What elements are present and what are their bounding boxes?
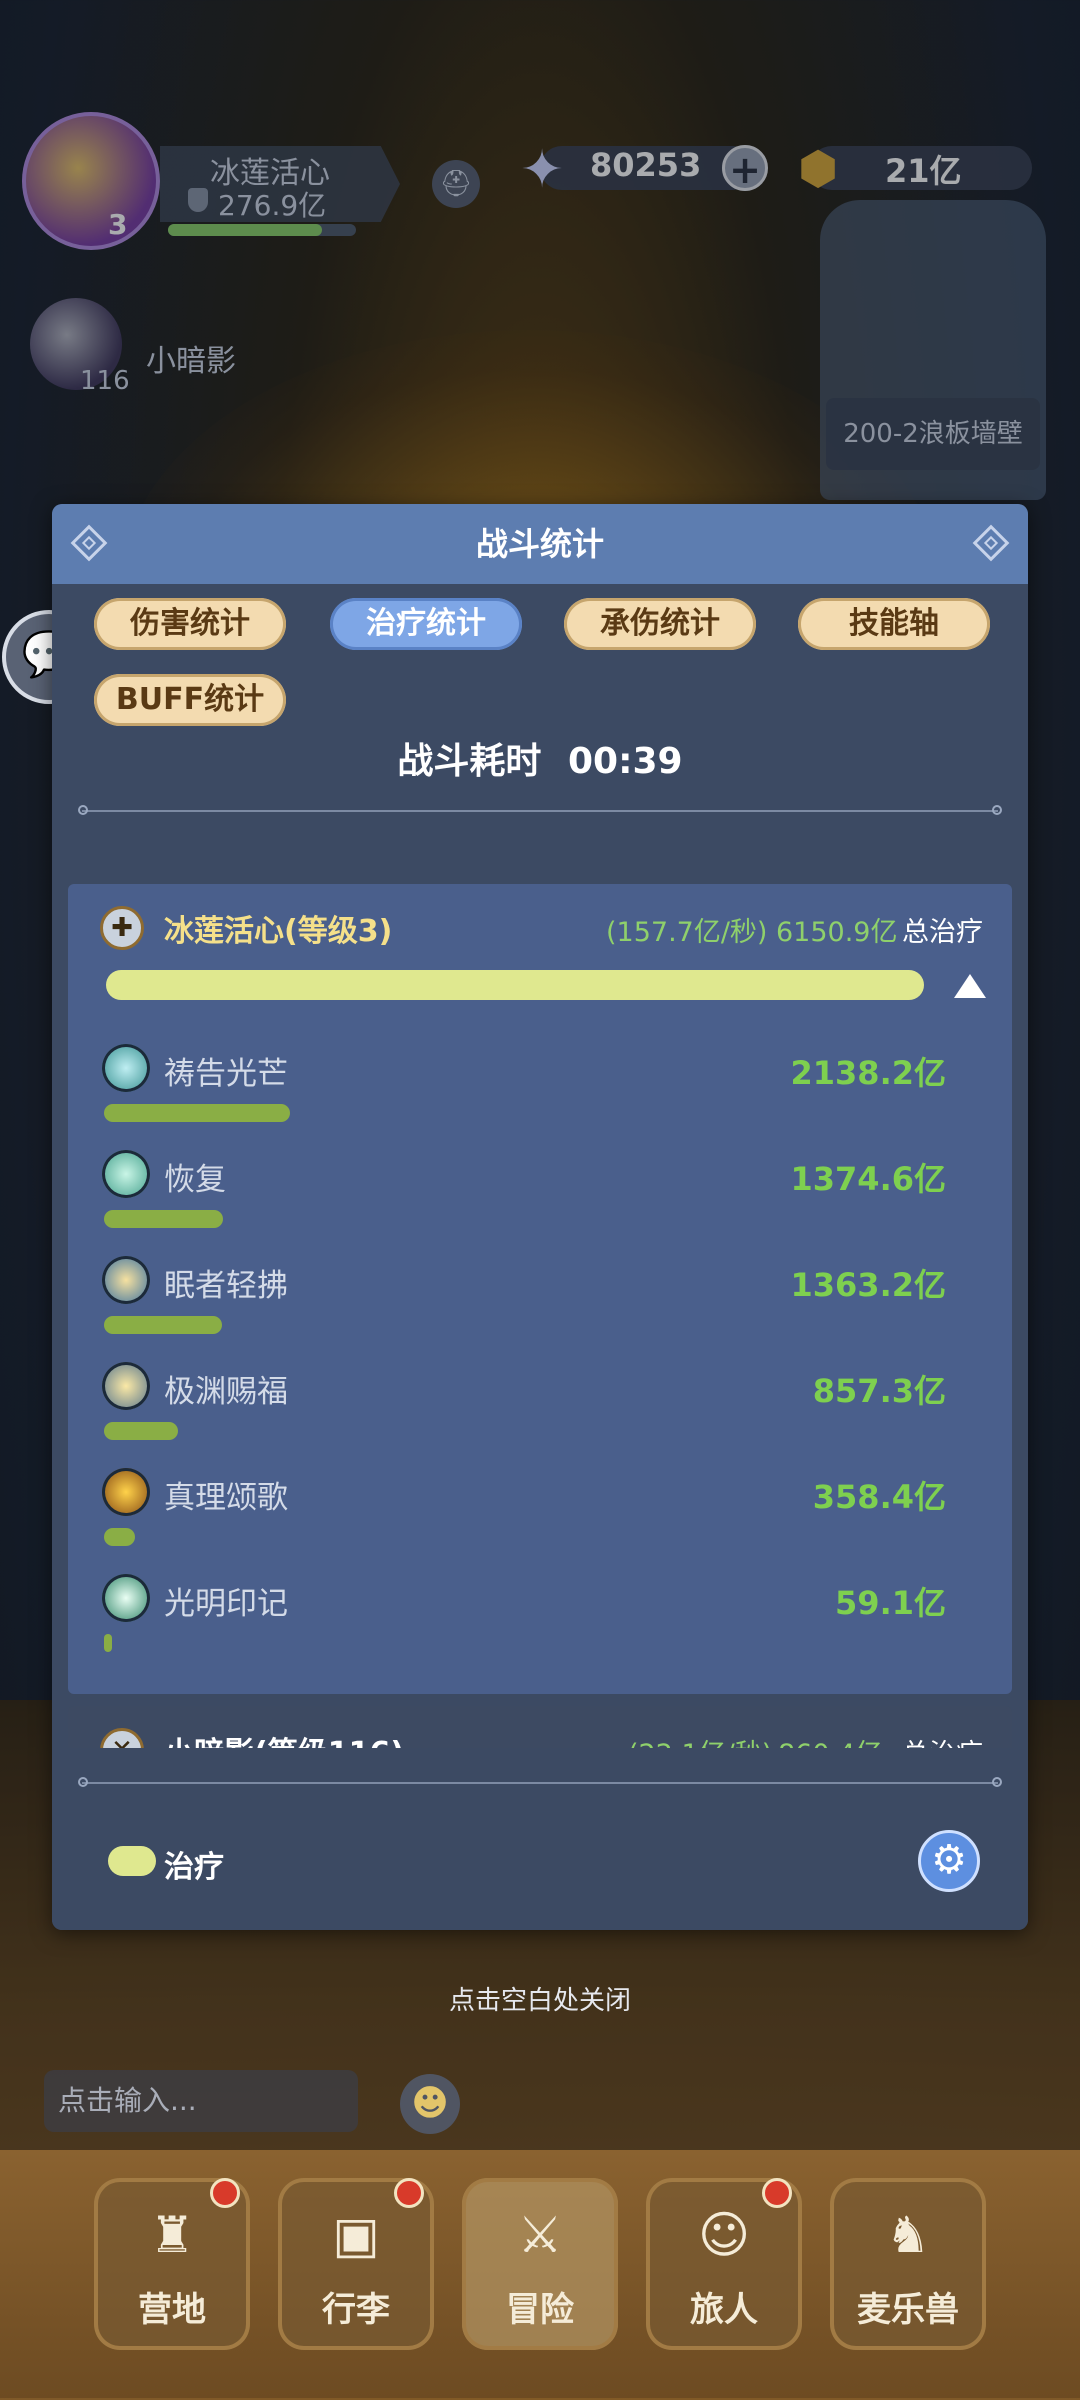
skill-name: 极渊赐福 bbox=[164, 1374, 288, 1410]
recover-skill-icon bbox=[102, 1150, 150, 1198]
nav-label: 冒险 bbox=[506, 2290, 574, 2330]
emoji-icon[interactable]: ☻ bbox=[400, 2074, 460, 2134]
skill-bar bbox=[104, 1210, 223, 1228]
skill-name: 恢复 bbox=[164, 1162, 226, 1198]
modal-footer bbox=[52, 1748, 1028, 1930]
tab-buff[interactable]: BUFF统计 bbox=[94, 674, 286, 726]
character-heal-rate: (157.7亿/秒) bbox=[606, 917, 768, 948]
chat-input[interactable]: 点击输入... bbox=[44, 2070, 358, 2132]
traveler-icon: ☺ bbox=[697, 2206, 751, 2264]
battle-stats-modal: 战斗统计 伤害统计 治疗统计 承伤统计 技能轴 BUFF统计 战斗耗时 00:3… bbox=[52, 504, 1028, 1930]
skill-row: 祷告光芒 2138.2亿 bbox=[68, 1044, 1012, 1150]
skill-bar bbox=[104, 1528, 135, 1546]
close-hint[interactable]: 点击空白处关闭 bbox=[0, 1980, 1080, 2017]
skill-value: 1363.2亿 bbox=[790, 1266, 947, 1304]
skill-value: 857.3亿 bbox=[812, 1372, 946, 1410]
character-heal-total-label: 总治疗 bbox=[902, 917, 983, 948]
tab-skill-timeline[interactable]: 技能轴 bbox=[798, 598, 990, 650]
chest-icon: ▣ bbox=[332, 2206, 380, 2264]
heal-legend-label: 治疗 bbox=[164, 1850, 224, 1885]
nav-label: 行李 bbox=[322, 2290, 390, 2330]
character-card[interactable]: ✚ 冰莲活心(等级3) (157.7亿/秒) 6150.9亿 总治疗 祷告光芒 … bbox=[68, 884, 1012, 1694]
skill-name: 眠者轻拂 bbox=[164, 1268, 288, 1304]
truth-hymn-skill-icon bbox=[102, 1468, 150, 1516]
skill-bar bbox=[104, 1316, 222, 1334]
skill-value: 1374.6亿 bbox=[790, 1160, 947, 1198]
skill-bar bbox=[104, 1422, 178, 1440]
divider-bottom bbox=[78, 1777, 1002, 1787]
skill-value: 358.4亿 bbox=[812, 1478, 946, 1516]
heal-legend-swatch bbox=[108, 1846, 156, 1876]
fox-icon: ♞ bbox=[885, 2206, 931, 2264]
battle-duration: 战斗耗时 00:39 bbox=[52, 732, 1028, 784]
heal-stats-list[interactable]: ✚ 冰莲活心(等级3) (157.7亿/秒) 6150.9亿 总治疗 祷告光芒 … bbox=[68, 884, 1012, 1770]
abyss-blessing-skill-icon bbox=[102, 1362, 150, 1410]
skill-row: 恢复 1374.6亿 bbox=[68, 1150, 1012, 1256]
divider-top bbox=[78, 805, 1002, 815]
crosshair-class-icon: ✚ bbox=[100, 906, 144, 950]
skill-name: 祷告光芒 bbox=[164, 1056, 288, 1092]
nav-camp[interactable]: ♜ 营地 bbox=[94, 2178, 250, 2350]
duration-value: 00:39 bbox=[567, 741, 683, 782]
notification-dot bbox=[210, 2178, 240, 2208]
notification-dot bbox=[394, 2178, 424, 2208]
castle-icon: ♜ bbox=[149, 2206, 195, 2264]
character-name: 冰莲活心(等级3) bbox=[164, 914, 393, 949]
skill-row: 极渊赐福 857.3亿 bbox=[68, 1362, 1012, 1468]
prayer-light-skill-icon bbox=[102, 1044, 150, 1092]
nav-traveler[interactable]: ☺ 旅人 bbox=[646, 2178, 802, 2350]
skill-row: 光明印记 59.1亿 bbox=[68, 1574, 1012, 1680]
tab-healing[interactable]: 治疗统计 bbox=[330, 598, 522, 650]
notification-dot bbox=[762, 2178, 792, 2208]
crossed-swords-icon: ⚔ bbox=[517, 2206, 563, 2264]
tab-damage[interactable]: 伤害统计 bbox=[94, 598, 286, 650]
skill-name: 光明印记 bbox=[164, 1586, 288, 1622]
sleeper-touch-skill-icon bbox=[102, 1256, 150, 1304]
gear-icon[interactable]: ⚙ bbox=[918, 1830, 980, 1892]
skill-name: 真理颂歌 bbox=[164, 1480, 288, 1516]
light-mark-skill-icon bbox=[102, 1574, 150, 1622]
skill-value: 59.1亿 bbox=[835, 1584, 946, 1622]
nav-adventure[interactable]: ⚔ 冒险 bbox=[462, 2178, 618, 2350]
skill-row: 真理颂歌 358.4亿 bbox=[68, 1468, 1012, 1574]
skill-row: 眠者轻拂 1363.2亿 bbox=[68, 1256, 1012, 1362]
character-heal-total: 6150.9亿 bbox=[776, 917, 898, 948]
nav-label: 旅人 bbox=[690, 2290, 758, 2330]
tab-damage-taken[interactable]: 承伤统计 bbox=[564, 598, 756, 650]
nav-pet[interactable]: ♞ 麦乐兽 bbox=[830, 2178, 986, 2350]
skill-bar bbox=[104, 1104, 290, 1122]
modal-title: 战斗统计 bbox=[475, 525, 604, 563]
nav-label: 营地 bbox=[138, 2290, 206, 2330]
duration-label: 战斗耗时 bbox=[397, 741, 542, 782]
character-heal-bar bbox=[106, 970, 924, 1000]
nav-label: 麦乐兽 bbox=[857, 2290, 959, 2330]
collapse-triangle-icon[interactable] bbox=[954, 974, 986, 998]
skill-bar bbox=[104, 1634, 112, 1652]
skill-value: 2138.2亿 bbox=[790, 1054, 947, 1092]
nav-luggage[interactable]: ▣ 行李 bbox=[278, 2178, 434, 2350]
